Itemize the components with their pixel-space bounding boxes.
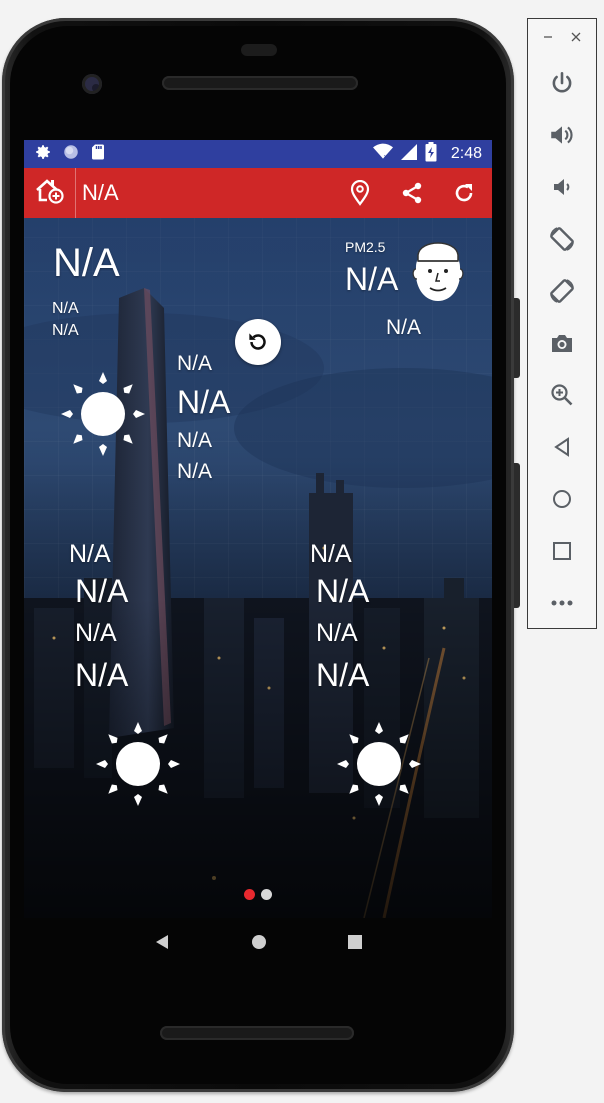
close-icon[interactable]: [571, 29, 581, 47]
phone-top-slot: [241, 44, 277, 56]
location-pin-icon: [350, 180, 370, 206]
rotate-left-button[interactable]: [528, 213, 596, 265]
forecast-1-line-4: N/A: [75, 657, 129, 693]
air-quality-text: N/A: [386, 316, 422, 339]
share-icon: [402, 182, 422, 204]
nav-home-button[interactable]: [251, 934, 267, 955]
volume-down-button[interactable]: [528, 161, 596, 213]
page-indicator: [244, 889, 272, 900]
front-camera-icon: [82, 74, 102, 94]
back-icon: [554, 437, 569, 457]
home-icon: [251, 934, 266, 949]
current-detail-big: N/A: [177, 384, 231, 420]
weather-panel[interactable]: N/A N/A N/A N/A N/A N/A N/A PM2.5 N/A N/…: [24, 218, 492, 918]
emulator-back-button[interactable]: [528, 421, 596, 473]
signal-icon: [400, 143, 417, 165]
home-add-icon: [35, 178, 65, 209]
camera-icon: [552, 335, 572, 352]
emulator-toolbar: [527, 18, 597, 629]
more-icon: [551, 600, 573, 606]
phone-earpiece: [162, 76, 358, 90]
home-icon: [553, 490, 571, 508]
refresh-button[interactable]: [450, 179, 478, 207]
rotate-right-button[interactable]: [528, 265, 596, 317]
status-bar: x 2:48: [24, 140, 492, 168]
current-temperature: N/A: [53, 241, 120, 285]
forecast-2-line-2: N/A: [316, 573, 370, 609]
forecast-2-line-4: N/A: [316, 657, 370, 693]
forecast-1-sun-icon: [96, 722, 180, 806]
refresh-icon: [455, 184, 473, 202]
app-bar: N/A: [24, 168, 492, 218]
nav-back-button[interactable]: [154, 934, 170, 955]
current-sun-icon: [61, 372, 145, 456]
status-time: 2:48: [450, 145, 482, 162]
rotate-right-icon: [550, 279, 574, 303]
circle-icon: [62, 143, 80, 166]
city-title: N/A: [82, 180, 119, 205]
screenshot-button[interactable]: [528, 317, 596, 369]
page-dot-2[interactable]: [261, 889, 272, 900]
pm25-value: N/A: [345, 261, 399, 297]
more-button[interactable]: [528, 577, 596, 629]
device-screen: x 2:48 N/A N/A N/A N/A N/A N/A N/A N/A P…: [24, 140, 492, 918]
phone-power-button: [514, 298, 520, 378]
phone-volume-button: [514, 463, 520, 608]
forecast-1-line-1: N/A: [69, 540, 111, 568]
power-button[interactable]: [528, 57, 596, 109]
volume-up-icon: [551, 126, 573, 144]
page-dot-1[interactable]: [244, 889, 255, 900]
minimize-icon[interactable]: [543, 29, 553, 47]
volume-up-button[interactable]: [528, 109, 596, 161]
recents-icon: [347, 934, 362, 949]
back-icon: [156, 934, 169, 949]
current-line-1: N/A: [52, 300, 79, 317]
forecast-2-line-1: N/A: [310, 540, 352, 568]
pm25-label: PM2.5: [345, 239, 386, 255]
android-nav-bar: [24, 918, 492, 970]
phone-bottom-speaker: [160, 1026, 354, 1040]
gear-icon: [34, 143, 52, 166]
face-mask-icon: [412, 242, 464, 301]
home-add-button[interactable]: [24, 168, 76, 218]
zoom-button[interactable]: [528, 369, 596, 421]
rotate-left-icon: [550, 227, 574, 251]
current-detail-1: N/A: [177, 352, 213, 375]
overview-icon: [553, 542, 571, 560]
sdcard-icon: [90, 143, 106, 166]
share-button[interactable]: [398, 179, 426, 207]
refresh-fab-button[interactable]: [235, 319, 281, 365]
nav-recents-button[interactable]: [347, 934, 362, 954]
emulator-home-button[interactable]: [528, 473, 596, 525]
forecast-1-line-2: N/A: [75, 573, 129, 609]
current-detail-2: N/A: [177, 429, 213, 452]
svg-text:x: x: [384, 153, 387, 159]
emulator-overview-button[interactable]: [528, 525, 596, 577]
zoom-icon: [551, 384, 573, 406]
location-button[interactable]: [346, 179, 374, 207]
rotate-refresh-icon: [249, 333, 266, 350]
current-detail-3: N/A: [177, 460, 213, 483]
volume-down-icon: [554, 179, 570, 195]
forecast-1-line-3: N/A: [75, 619, 117, 647]
power-icon: [552, 71, 572, 93]
current-line-2: N/A: [52, 322, 79, 339]
battery-charging-icon: [425, 141, 437, 167]
forecast-2-sun-icon: [337, 722, 421, 806]
wifi-icon: x: [372, 143, 393, 166]
forecast-2-line-3: N/A: [316, 619, 358, 647]
